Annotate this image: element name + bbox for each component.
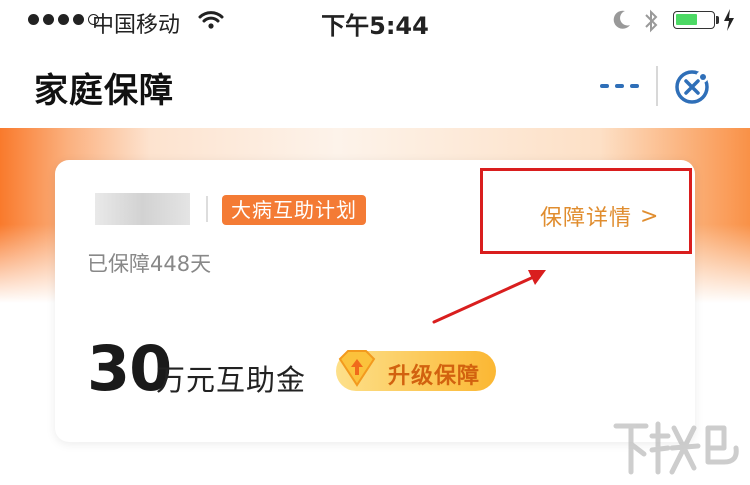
mini-program-capsule [584,56,728,116]
capsule-divider [656,66,658,106]
close-circle-icon[interactable] [672,67,712,107]
more-dots-icon [599,84,609,88]
bluetooth-icon [645,9,658,33]
plan-tag: 大病互助计划 [222,195,366,225]
member-name-blurred [95,193,190,225]
more-button[interactable] [584,56,654,116]
diamond-upgrade-icon [338,350,376,387]
name-divider [206,196,208,222]
page-title: 家庭保障 [34,71,174,111]
xiazaiba-logo-icon [613,421,739,475]
moon-icon [613,10,630,29]
upgrade-protection-button[interactable]: 升级保障 [336,350,496,391]
status-bar: 中国移动 下午5:44 [0,0,750,44]
protected-days: 已保障448天 [87,252,212,276]
amount-unit: 万元互助金 [156,363,307,397]
battery-cap [716,16,719,24]
battery-icon [673,11,715,29]
charging-icon [724,9,734,31]
annotation-highlight-box [480,168,692,254]
upgrade-button-label: 升级保障 [388,364,481,389]
status-time: 下午5:44 [321,12,429,40]
